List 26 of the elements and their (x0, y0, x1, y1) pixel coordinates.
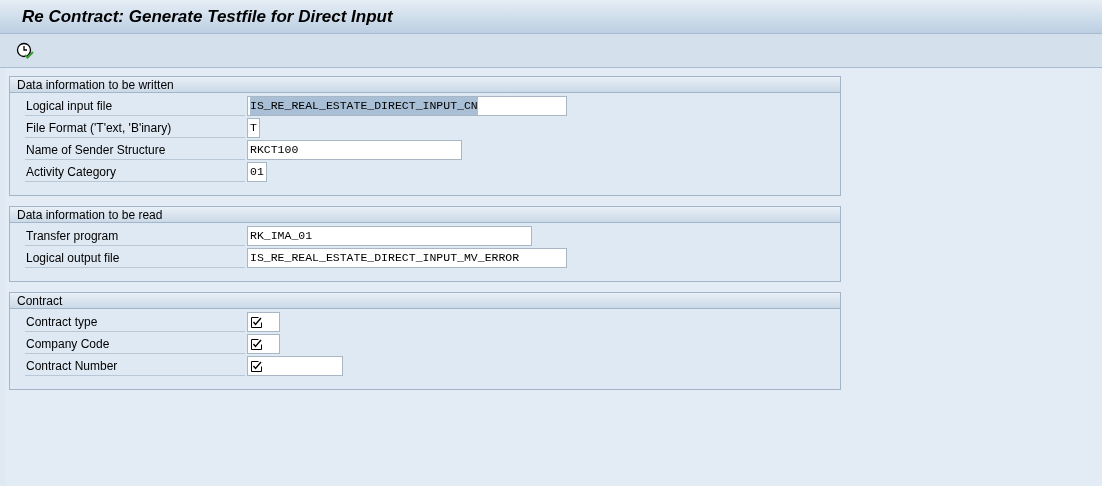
field-label: File Format ('T'ext, 'B'inary) (25, 118, 245, 138)
input-field[interactable]: T (247, 118, 260, 138)
execute-icon[interactable] (16, 42, 34, 59)
group-title: Contract (17, 292, 63, 310)
field-label: Logical output file (25, 248, 245, 268)
input-field[interactable]: RK_IMA_01 (247, 226, 532, 246)
field-label: Contract Number (25, 356, 245, 376)
field-label: Transfer program (25, 226, 245, 246)
checkbox[interactable] (247, 356, 343, 376)
input-field[interactable]: IS_RE_REAL_ESTATE_DIRECT_INPUT_MV_ERROR (247, 248, 567, 268)
checkbox[interactable] (247, 312, 280, 332)
input-field[interactable]: RKCT100 (247, 140, 462, 160)
group-title: Data information to be written (17, 76, 174, 94)
checkmark-icon (251, 338, 262, 350)
checkmark-icon (251, 360, 262, 372)
input-field[interactable]: 01 (247, 162, 267, 182)
window-title: Re Contract: Generate Testfile for Direct Input (22, 5, 393, 28)
checkbox[interactable] (247, 334, 280, 354)
field-label: Logical input file (25, 96, 245, 116)
field-label: Name of Sender Structure (25, 140, 245, 160)
field-label: Company Code (25, 334, 245, 354)
field-label: Contract type (25, 312, 245, 332)
checkmark-icon (251, 316, 262, 328)
field-label: Activity Category (25, 162, 245, 182)
group-title: Data information to be read (17, 206, 163, 224)
input-field[interactable]: IS_RE_REAL_ESTATE_DIRECT_INPUT_CN (247, 96, 567, 116)
